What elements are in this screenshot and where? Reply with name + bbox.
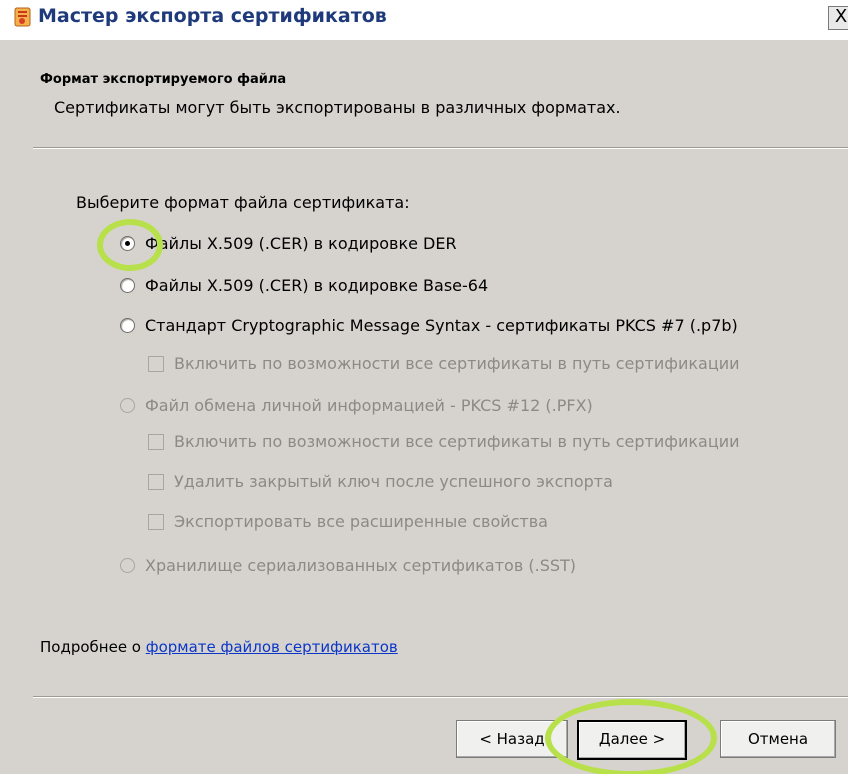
checkbox-export-extended-properties-box[interactable]: [148, 513, 164, 530]
radio-base64[interactable]: [120, 278, 135, 293]
wizard-header: Формат экспортируемого файла Сертификаты…: [0, 40, 848, 147]
radio-der[interactable]: [120, 236, 135, 251]
checkbox-pfx-include-chain[interactable]: Включить по возможности все сертификаты …: [148, 432, 740, 451]
checkbox-export-extended-properties[interactable]: Экспортировать все расширенные свойства: [148, 512, 548, 531]
more-info-line: Подробнее о формате файлов сертификатов: [40, 638, 398, 656]
checkbox-pfx-include-chain-label: Включить по возможности все сертификаты …: [174, 432, 740, 451]
header-divider: [33, 147, 848, 149]
option-pfx-label: Файл обмена личной информацией - PKCS #1…: [145, 396, 593, 415]
option-sst-label: Хранилище сериализованных сертификатов (…: [145, 556, 577, 575]
checkbox-pkcs7-include-chain-box[interactable]: [148, 355, 164, 372]
radio-pkcs7[interactable]: [120, 318, 135, 333]
next-button[interactable]: Далее >: [577, 720, 687, 760]
option-der[interactable]: Файлы X.509 (.CER) в кодировке DER: [120, 234, 457, 253]
back-button[interactable]: < Назад: [456, 720, 568, 758]
close-button[interactable]: X: [828, 6, 848, 30]
option-base64-label: Файлы X.509 (.CER) в кодировке Base-64: [145, 276, 489, 295]
window-title: Мастер экспорта сертификатов: [38, 5, 387, 27]
checkbox-pfx-include-chain-box[interactable]: [148, 433, 164, 450]
checkbox-pkcs7-include-chain-label: Включить по возможности все сертификаты …: [174, 354, 740, 373]
title-bar: Мастер экспорта сертификатов X: [0, 0, 848, 40]
option-pfx[interactable]: Файл обмена личной информацией - PKCS #1…: [120, 396, 593, 415]
checkbox-pkcs7-include-chain[interactable]: Включить по возможности все сертификаты …: [148, 354, 740, 373]
footer-divider: [33, 696, 848, 698]
page-subtitle: Сертификаты могут быть экспортированы в …: [54, 98, 621, 117]
certificate-formats-link[interactable]: формате файлов сертификатов: [146, 638, 398, 656]
option-sst[interactable]: Хранилище сериализованных сертификатов (…: [120, 556, 576, 575]
checkbox-export-extended-properties-label: Экспортировать все расширенные свойства: [174, 512, 548, 531]
option-pkcs7-label: Стандарт Cryptographic Message Syntax - …: [145, 316, 738, 335]
radio-sst[interactable]: [120, 558, 135, 573]
checkbox-delete-private-key[interactable]: Удалить закрытый ключ после успешного эк…: [148, 472, 613, 491]
cancel-button[interactable]: Отмена: [720, 720, 836, 758]
checkbox-delete-private-key-box[interactable]: [148, 473, 164, 490]
certificate-export-wizard-window: Мастер экспорта сертификатов X Формат эк…: [0, 0, 848, 774]
option-base64[interactable]: Файлы X.509 (.CER) в кодировке Base-64: [120, 276, 488, 295]
page-title: Формат экспортируемого файла: [40, 72, 287, 87]
option-pkcs7[interactable]: Стандарт Cryptographic Message Syntax - …: [120, 316, 738, 335]
more-info-prefix: Подробнее о: [40, 638, 146, 656]
format-prompt: Выберите формат файла сертификата:: [76, 193, 410, 212]
certificate-wizard-icon: [12, 6, 34, 28]
radio-pfx[interactable]: [120, 398, 135, 413]
checkbox-delete-private-key-label: Удалить закрытый ключ после успешного эк…: [174, 472, 613, 491]
option-der-label: Файлы X.509 (.CER) в кодировке DER: [145, 234, 457, 253]
